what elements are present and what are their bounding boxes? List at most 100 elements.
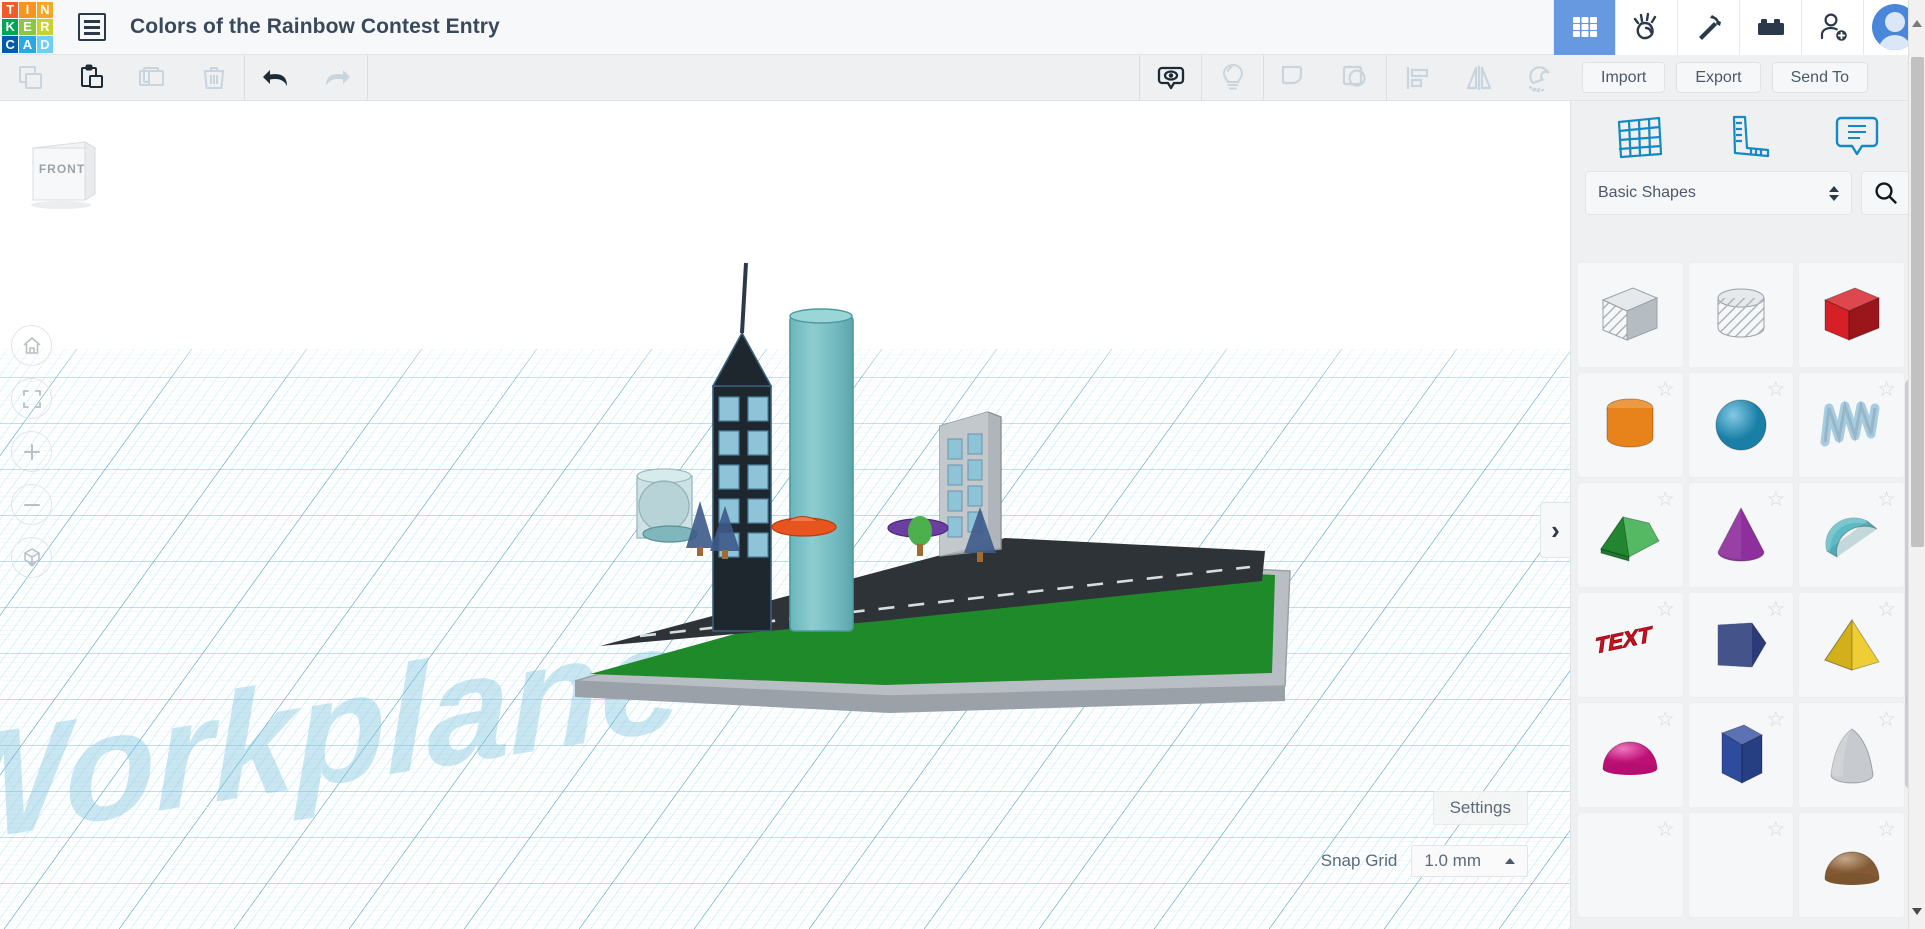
copy-button[interactable]: [0, 55, 61, 101]
favorite-star-icon[interactable]: ☆: [1656, 599, 1675, 620]
shape-sphere-blue[interactable]: ☆: [1688, 372, 1795, 478]
shape-cylinder-hole[interactable]: [1688, 262, 1795, 368]
add-user-icon[interactable]: [1801, 0, 1863, 55]
panel-tabs: [1571, 101, 1925, 171]
settings-button[interactable]: Settings: [1433, 791, 1528, 825]
favorite-star-icon[interactable]: ☆: [1656, 819, 1675, 840]
tab-note[interactable]: [1802, 101, 1911, 171]
logo-tile-t: T: [2, 2, 18, 18]
view-cube-face: FRONT: [27, 138, 97, 200]
shape-box-red[interactable]: [1798, 262, 1905, 368]
shape-box-hole[interactable]: [1577, 262, 1684, 368]
favorite-star-icon[interactable]: ☆: [1767, 379, 1786, 400]
delete-button[interactable]: [183, 55, 244, 101]
mirror-button[interactable]: [1448, 55, 1509, 101]
tinkercad-logo[interactable]: TINKERCAD: [0, 0, 55, 55]
shape-category-row: Basic Shapes: [1571, 171, 1925, 227]
brick-icon[interactable]: [1739, 0, 1801, 55]
favorite-star-icon[interactable]: ☆: [1767, 599, 1786, 620]
snap-grid-select[interactable]: 1.0 mm: [1411, 845, 1528, 877]
lightbulb-button[interactable]: [1202, 55, 1263, 101]
favorite-star-icon[interactable]: ☆: [1877, 709, 1896, 730]
logo-tile-n: N: [37, 2, 53, 18]
pickaxe-icon[interactable]: [1677, 0, 1739, 55]
perspective-toggle-button[interactable]: [11, 537, 52, 578]
search-shapes-button[interactable]: [1861, 171, 1911, 215]
teal-round-tower: [790, 309, 853, 631]
fit-to-view-button[interactable]: [11, 378, 52, 419]
collapse-panel-button[interactable]: ›: [1540, 502, 1570, 558]
export-button[interactable]: Export: [1676, 62, 1760, 93]
shape-pyramid-yellow[interactable]: ☆: [1798, 592, 1905, 698]
top-bar: TINKERCAD Colors of the Rainbow Contest …: [0, 0, 1925, 55]
logo-tile-d: D: [37, 36, 53, 52]
list-menu-icon[interactable]: [78, 13, 106, 41]
paste-button[interactable]: [61, 55, 122, 101]
shape-text-red[interactable]: TEXT☆: [1577, 592, 1684, 698]
shape-cylinder-orange[interactable]: ☆: [1577, 372, 1684, 478]
gallery-grid-icon[interactable]: [1553, 0, 1615, 55]
chevron-updown-icon: [1829, 186, 1839, 201]
shape-row6-c[interactable]: ☆: [1798, 812, 1905, 918]
scroll-up-arrow-icon[interactable]: [1912, 20, 1922, 27]
workplane-scene: Workplane: [0, 101, 1570, 929]
snap-grid-label: Snap Grid: [1321, 851, 1398, 871]
align-button[interactable]: [1387, 55, 1448, 101]
history-tools: [245, 55, 367, 101]
favorite-star-icon[interactable]: ☆: [1767, 819, 1786, 840]
favorite-star-icon[interactable]: ☆: [1877, 489, 1896, 510]
logo-tile-k: K: [2, 19, 18, 35]
group-button[interactable]: [1264, 55, 1325, 101]
duplicate-button[interactable]: [122, 55, 183, 101]
edit-toolbar: [0, 55, 1570, 101]
page-scrollbar-thumb[interactable]: [1911, 57, 1924, 547]
scroll-down-arrow-icon[interactable]: [1912, 908, 1922, 915]
home-view-button[interactable]: [11, 325, 52, 366]
magnet-button[interactable]: [1509, 55, 1570, 101]
tab-ruler[interactable]: [1694, 101, 1803, 171]
snap-grid-control: Snap Grid 1.0 mm: [1321, 845, 1528, 877]
shapes-panel: Basic Shapes: [1570, 101, 1925, 929]
shape-row6-b[interactable]: ☆: [1688, 812, 1795, 918]
object-tools: [1140, 55, 1570, 101]
shape-cone-purple[interactable]: ☆: [1688, 482, 1795, 588]
caret-up-icon: [1505, 858, 1515, 864]
logo-tile-a: A: [19, 36, 35, 52]
shape-halfcylinder-teal[interactable]: ☆: [1798, 482, 1905, 588]
tinker-hand-icon[interactable]: [1615, 0, 1677, 55]
send-to-button[interactable]: Send To: [1772, 62, 1868, 93]
redo-button[interactable]: [306, 55, 367, 101]
show-hide-button[interactable]: [1140, 55, 1201, 101]
tab-workplane[interactable]: [1585, 101, 1694, 171]
zoom-in-button[interactable]: [11, 431, 52, 472]
favorite-star-icon[interactable]: ☆: [1656, 379, 1675, 400]
toolbar-spacer: [368, 55, 1139, 101]
snap-grid-value: 1.0 mm: [1424, 851, 1481, 871]
shape-category-select[interactable]: Basic Shapes: [1585, 171, 1852, 215]
favorite-star-icon[interactable]: ☆: [1767, 489, 1786, 510]
shape-paraboloid-grey[interactable]: ☆: [1798, 702, 1905, 808]
shape-hemisphere-pink[interactable]: ☆: [1577, 702, 1684, 808]
page-title: Colors of the Rainbow Contest Entry: [130, 15, 500, 39]
favorite-star-icon[interactable]: ☆: [1767, 709, 1786, 730]
undo-button[interactable]: [245, 55, 306, 101]
import-button[interactable]: Import: [1582, 62, 1665, 93]
favorite-star-icon[interactable]: ☆: [1877, 379, 1896, 400]
favorite-star-icon[interactable]: ☆: [1877, 599, 1896, 620]
shape-scribble[interactable]: ☆: [1798, 372, 1905, 478]
shape-row6-a[interactable]: ☆: [1577, 812, 1684, 918]
shape-polygon-navy[interactable]: ☆: [1688, 592, 1795, 698]
ungroup-button[interactable]: [1325, 55, 1386, 101]
3d-viewport[interactable]: Workplane: [0, 101, 1570, 929]
clipboard-tools: [0, 55, 244, 101]
favorite-star-icon[interactable]: ☆: [1877, 819, 1896, 840]
shape-roof-green[interactable]: ☆: [1577, 482, 1684, 588]
view-cube[interactable]: FRONT: [27, 138, 97, 210]
zoom-out-button[interactable]: [11, 484, 52, 525]
shape-hexprism-blue[interactable]: ☆: [1688, 702, 1795, 808]
logo-tile-i: I: [19, 2, 35, 18]
page-scrollbar[interactable]: [1908, 0, 1925, 929]
top-right-nav: [1553, 0, 1925, 55]
favorite-star-icon[interactable]: ☆: [1656, 709, 1675, 730]
favorite-star-icon[interactable]: ☆: [1656, 489, 1675, 510]
